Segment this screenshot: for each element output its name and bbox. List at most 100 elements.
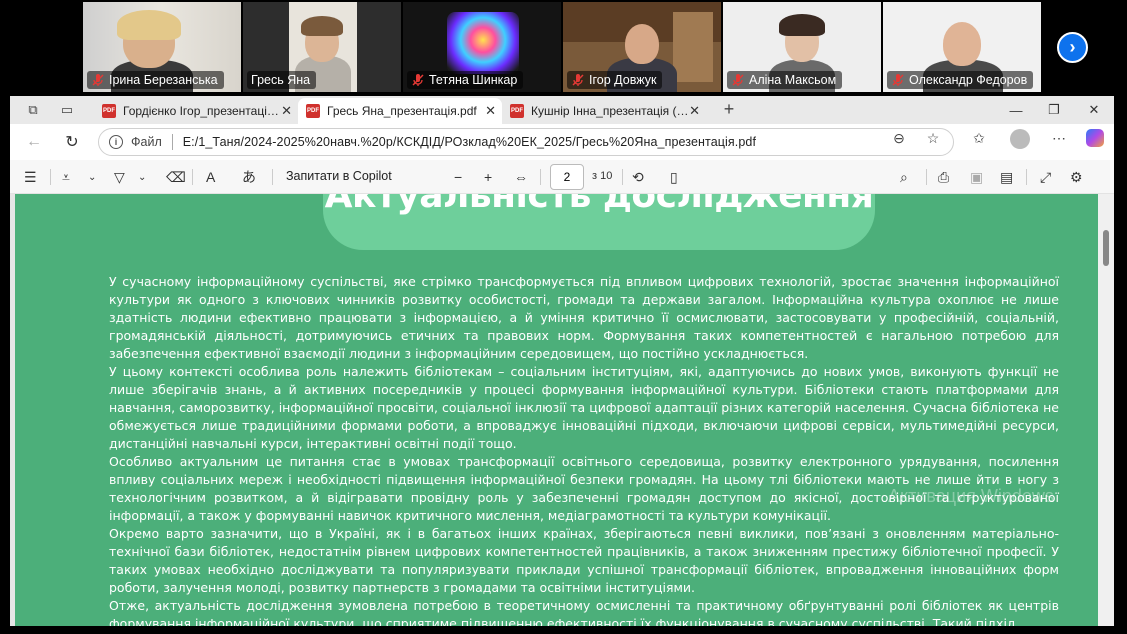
fit-page-icon[interactable]: ⇔: [514, 167, 528, 187]
chevron-down-icon[interactable]: ⌄: [138, 167, 146, 187]
slide-title: Актуальність дослідження: [324, 194, 874, 216]
info-icon[interactable]: i: [109, 135, 123, 149]
divider: [192, 169, 193, 185]
page-view-icon[interactable]: ▯: [670, 167, 678, 187]
back-icon[interactable]: ←: [24, 132, 44, 152]
participant-name: Ірина Березанська: [109, 73, 218, 87]
draw-icon[interactable]: ▽: [114, 167, 125, 187]
zoom-icon[interactable]: ⊖: [890, 129, 908, 147]
participant-name: Олександр Федоров: [909, 73, 1028, 87]
new-tab-button[interactable]: +: [720, 99, 738, 119]
favorites-icon[interactable]: ✩: [970, 129, 988, 147]
copilot-icon[interactable]: [1086, 129, 1104, 147]
chevron-right-icon: ›: [1069, 37, 1076, 57]
vertical-scrollbar[interactable]: [1098, 194, 1114, 626]
paragraph: Отже, актуальність дослідження зумовлена…: [109, 598, 1059, 626]
address-bar[interactable]: i Файл E:/1_Таня/2024-2025%20навч.%20р/К…: [98, 128, 954, 156]
zoom-in-icon[interactable]: +: [484, 167, 492, 187]
mic-muted-icon: [92, 74, 104, 86]
minimize-icon[interactable]: —: [1006, 100, 1026, 120]
read-aloud-icon[interactable]: A: [206, 167, 215, 187]
participant-tile[interactable]: Ігор Довжук: [563, 2, 721, 92]
participant-name-tag: Олександр Федоров: [887, 71, 1034, 89]
participant-name: Ігор Довжук: [589, 73, 657, 87]
mic-muted-icon: [892, 74, 904, 86]
meeting-participant-strip: Ірина Березанська Гресь Яна Тетяна Шинка…: [0, 0, 1127, 96]
save-icon[interactable]: ▣: [970, 167, 983, 187]
tab-pdf-active[interactable]: PDF Гресь Яна_презентація.pdf ✕: [298, 98, 502, 124]
participant-name: Аліна Максьом: [749, 73, 837, 87]
divider: [171, 134, 173, 150]
pdf-viewer[interactable]: Актуальність дослідження У сучасному інф…: [10, 194, 1114, 626]
fullscreen-icon[interactable]: ⤢: [1040, 167, 1051, 187]
contents-list-icon[interactable]: ☰: [24, 167, 37, 187]
pdf-toolbar: ☰ ⩡ ⌄ ▽ ⌄ ⌫ A あ Запитати в Copilot − + ⇔…: [10, 160, 1114, 194]
tab-actions-icon[interactable]: ▭: [58, 101, 76, 119]
divider: [272, 169, 273, 185]
participant-tile[interactable]: Аліна Максьом: [723, 2, 881, 92]
scrollbar-thumb[interactable]: [1103, 230, 1109, 266]
paragraph: У сучасному інформаційному суспільстві, …: [109, 274, 1059, 361]
url-text[interactable]: E:/1_Таня/2024-2025%20навч.%20р/КСКДІД/Р…: [183, 135, 756, 149]
pdf-file-icon: PDF: [306, 104, 320, 118]
slide-title-banner: Актуальність дослідження: [323, 194, 875, 250]
url-scheme: Файл: [131, 135, 162, 149]
tab-pdf[interactable]: PDF Гордієнко Ігор_презентація.pdf ✕: [94, 98, 298, 124]
zoom-out-icon[interactable]: −: [454, 167, 462, 187]
translate-icon[interactable]: あ: [242, 167, 256, 187]
mic-muted-icon: [572, 74, 584, 86]
chevron-down-icon[interactable]: ⌄: [88, 167, 96, 187]
participant-name-tag: Ігор Довжук: [567, 71, 663, 89]
highlight-icon[interactable]: ⩡: [62, 167, 70, 187]
divider: [50, 169, 51, 185]
search-icon[interactable]: ⌕: [900, 167, 908, 187]
profile-avatar-icon[interactable]: [1010, 129, 1030, 149]
close-icon[interactable]: ✕: [281, 103, 292, 119]
browser-window: ⧉ ▭ PDF Гордієнко Ігор_презентація.pdf ✕…: [10, 96, 1114, 626]
close-icon[interactable]: ✕: [689, 103, 700, 119]
divider: [622, 169, 623, 185]
refresh-icon[interactable]: ↻: [62, 132, 82, 152]
tab-label: Кушнір Інна_презентація (1).pdf: [531, 104, 691, 118]
participant-tile[interactable]: Олександр Федоров: [883, 2, 1041, 92]
participant-tile-active[interactable]: Гресь Яна: [243, 2, 401, 92]
settings-gear-icon[interactable]: ⚙: [1070, 167, 1083, 187]
participant-tile[interactable]: Ірина Березанська: [83, 2, 241, 92]
close-window-icon[interactable]: ✕: [1084, 100, 1104, 120]
address-bar-row: ← ↻ i Файл E:/1_Таня/2024-2025%20навч.%2…: [10, 124, 1114, 160]
avatar: [447, 12, 519, 74]
eraser-icon[interactable]: ⌫: [166, 167, 186, 187]
save-as-icon[interactable]: ▤: [1000, 167, 1013, 187]
participant-name-tag: Гресь Яна: [247, 71, 317, 89]
page-number-input[interactable]: 2: [550, 164, 584, 190]
participant-tile[interactable]: Тетяна Шинкар: [403, 2, 561, 92]
tab-label: Гресь Яна_презентація.pdf: [327, 104, 477, 118]
mic-muted-icon: [732, 74, 744, 86]
tab-bar: ⧉ ▭ PDF Гордієнко Ігор_презентація.pdf ✕…: [10, 96, 1114, 124]
next-participants-button[interactable]: ›: [1057, 32, 1088, 63]
restore-icon[interactable]: ❐: [1044, 100, 1064, 120]
participant-name-tag: Ірина Березанська: [87, 71, 224, 89]
favorite-star-icon[interactable]: ☆: [924, 129, 942, 147]
paragraph: Окремо варто зазначити, що в Україні, як…: [109, 526, 1059, 595]
paragraph: У цьому контексті особлива роль належить…: [109, 364, 1059, 451]
rotate-icon[interactable]: ⟲: [632, 167, 644, 187]
participant-name: Гресь Яна: [251, 73, 311, 87]
divider: [1026, 169, 1027, 185]
pdf-file-icon: PDF: [102, 104, 116, 118]
ask-copilot-button[interactable]: Запитати в Copilot: [286, 169, 392, 183]
pdf-page: Актуальність дослідження У сучасному інф…: [15, 194, 1098, 626]
page-total: з 10: [592, 170, 613, 182]
participant-name-tag: Тетяна Шинкар: [407, 71, 524, 89]
workspaces-icon[interactable]: ⧉: [24, 101, 42, 119]
print-icon[interactable]: ⎙: [938, 167, 949, 187]
participant-name-tag: Аліна Максьом: [727, 71, 843, 89]
slide-body-text: У сучасному інформаційному суспільстві, …: [109, 273, 1059, 626]
divider: [540, 169, 541, 185]
more-menu-icon[interactable]: ⋯: [1050, 129, 1068, 147]
pdf-file-icon: PDF: [510, 104, 524, 118]
tab-label: Гордієнко Ігор_презентація.pdf: [123, 104, 283, 118]
tab-pdf[interactable]: PDF Кушнір Інна_презентація (1).pdf ✕: [502, 98, 706, 124]
windows-activation-watermark: Активация Windows: [888, 486, 1054, 506]
close-icon[interactable]: ✕: [485, 103, 496, 119]
